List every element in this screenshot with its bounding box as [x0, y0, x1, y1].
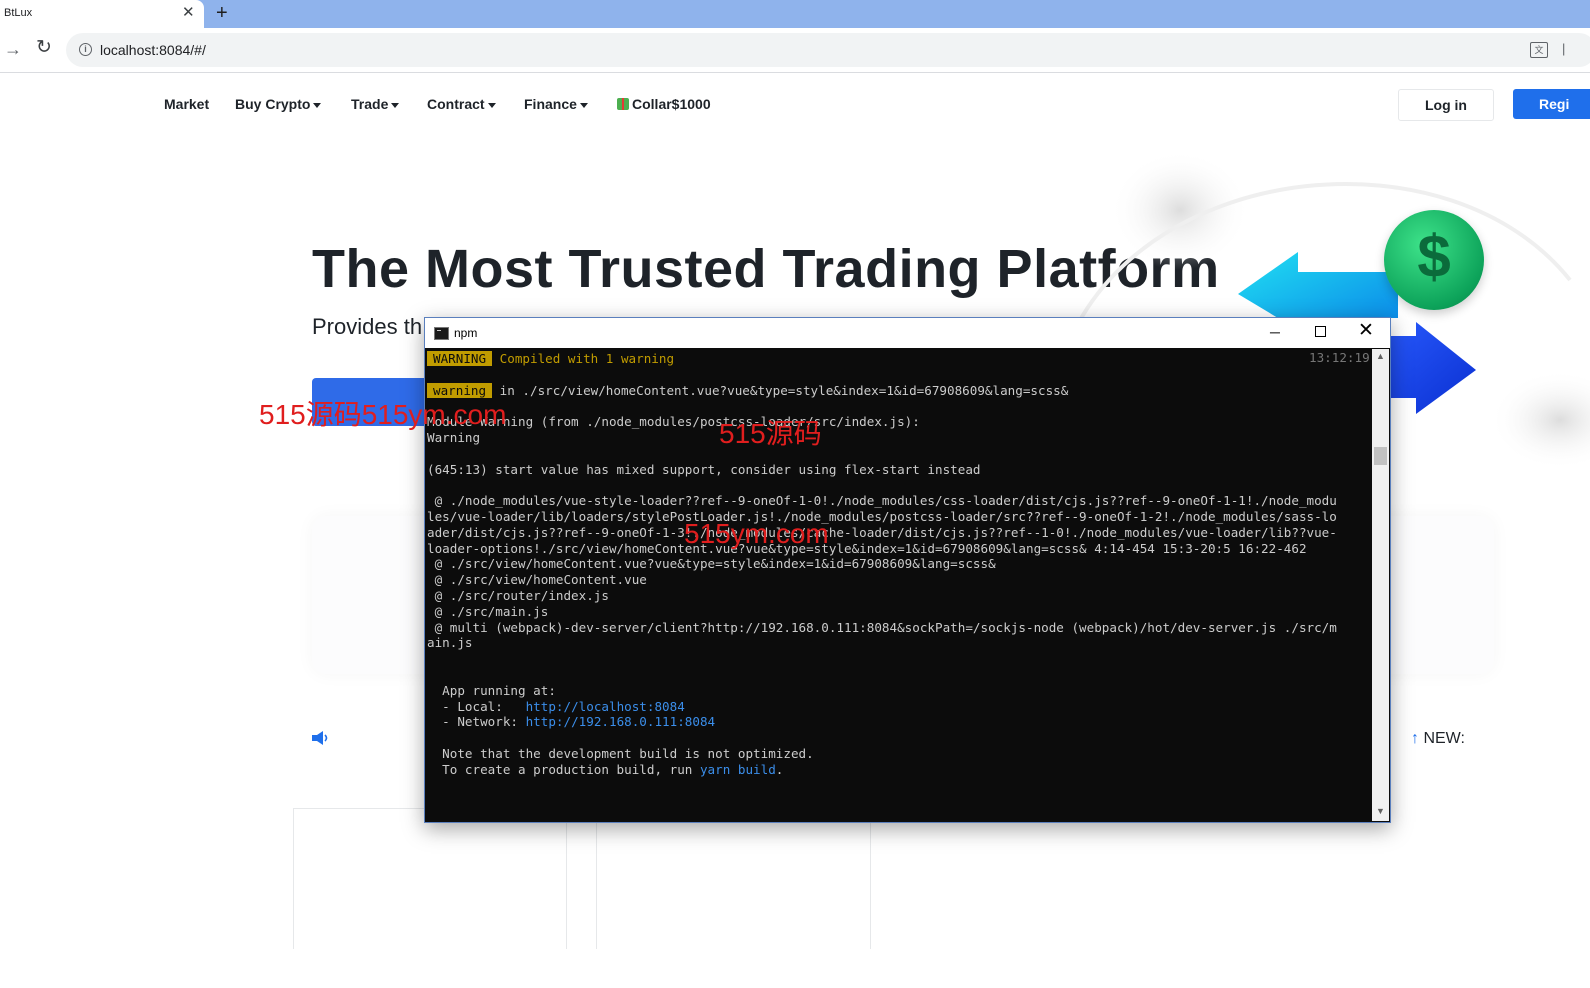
scroll-thumb[interactable] [1374, 447, 1387, 465]
console-line: les/vue-loader/lib/loaders/stylePostLoad… [427, 509, 1337, 525]
tab-strip: BtLux ✕ + [0, 0, 1590, 28]
console-line-text: @ ./node_modules/vue-style-loader??ref--… [427, 493, 1337, 509]
console-line: ain.js [427, 635, 473, 651]
maximize-icon[interactable] [1315, 326, 1326, 337]
close-icon[interactable]: ✕ [1358, 321, 1374, 341]
watermark: 515源码515ym.com [259, 399, 507, 430]
console-output[interactable]: 13:12:19 WARNING Compiled with 1 warning… [427, 349, 1370, 819]
watermark: 515ym.com [684, 518, 829, 549]
console-line-text: (645:13) start value has mixed support, … [427, 461, 981, 477]
hero-subtitle: Provides th [312, 314, 423, 339]
extension-icon[interactable]: | [1562, 41, 1565, 56]
console-line-text: Note that the development build is not o… [427, 746, 814, 761]
console-link[interactable]: yarn build [700, 762, 776, 777]
minimize-icon[interactable]: ─ [1270, 325, 1280, 339]
console-line: @ ./src/main.js [427, 603, 549, 620]
console-line: - Network: http://192.168.0.111:8084 [427, 714, 715, 730]
reload-icon[interactable]: ↻ [36, 38, 52, 58]
watermark: 515源码 [719, 418, 822, 449]
console-line-text: ain.js [427, 635, 473, 651]
chevron-down-icon [391, 102, 400, 108]
new-tab-icon[interactable]: + [216, 2, 228, 24]
console-line-text: in ./src/view/homeContent.vue?vue&type=s… [492, 382, 1069, 398]
nav-market[interactable]: Market [164, 94, 209, 114]
nav-collar[interactable]: Collar$1000 [617, 94, 711, 114]
tab-title: BtLux [4, 7, 33, 19]
console-link[interactable]: http://localhost:8084 [526, 699, 685, 714]
warning-badge: WARNING [427, 351, 493, 366]
chevron-down-icon [313, 102, 322, 108]
console-line-text: - Local: [427, 698, 526, 714]
market-card[interactable] [596, 808, 871, 949]
scroll-down-icon[interactable]: ▼ [1376, 806, 1385, 816]
login-button[interactable]: Log in [1398, 89, 1494, 121]
forward-icon[interactable]: → [4, 39, 22, 59]
console-line: WARNING Compiled with 1 warning [427, 351, 674, 367]
arrow-up-icon: ↑ [1411, 730, 1419, 747]
market-card[interactable] [293, 808, 567, 949]
terminal-icon [434, 327, 449, 340]
announcement-new[interactable]: ↑ NEW: [1411, 730, 1465, 748]
console-line: @ multi (webpack)-dev-server/client?http… [427, 620, 1337, 636]
console-line-text: App running at: [427, 682, 556, 698]
console-line-text: - Network: [427, 714, 526, 730]
console-line-text: @ ./src/router/index.js [427, 588, 609, 603]
console-line: ader/dist/cjs.js??ref--9-oneOf-1-3!./nod… [427, 525, 1337, 541]
nav-buy-crypto[interactable]: Buy Crypto [235, 94, 322, 114]
console-line: @ ./node_modules/vue-style-loader??ref--… [427, 493, 1337, 509]
console-line: loader-options!./src/view/homeContent.vu… [427, 541, 1307, 557]
console-line: Warning [427, 430, 480, 446]
warning-badge: warning [427, 382, 493, 398]
console-titlebar[interactable]: npm ─ ✕ [425, 318, 1390, 348]
gift-icon [617, 98, 629, 110]
console-line: @ ./src/router/index.js [427, 588, 609, 604]
console-link[interactable]: http://192.168.0.111:8084 [526, 714, 716, 729]
console-line-text: Warning [427, 430, 481, 445]
console-line-text: @ multi (webpack)-dev-server/client?http… [427, 619, 1337, 635]
chevron-down-icon [487, 102, 496, 108]
console-title: npm [454, 326, 478, 340]
console-line: To create a production build, run yarn b… [427, 762, 783, 778]
chevron-down-icon [579, 102, 588, 108]
console-line: @ ./src/view/homeContent.vue [427, 572, 647, 588]
console-line-text: @ ./src/view/homeContent.vue [427, 572, 647, 588]
console-line-text: ader/dist/cjs.js??ref--9-oneOf-1-3!./nod… [427, 524, 1337, 540]
console-line-text: les/vue-loader/lib/loaders/stylePostLoad… [427, 509, 1337, 524]
url-text[interactable]: localhost:8084/#/ [100, 42, 206, 58]
console-line-text: To create a production build, run [427, 761, 700, 777]
console-line: Note that the development build is not o… [427, 746, 814, 762]
console-scrollbar[interactable]: ▲ ▼ [1372, 349, 1389, 821]
console-line: - Local: http://localhost:8084 [427, 699, 685, 715]
console-line-text: @ ./src/view/homeContent.vue?vue&type=st… [427, 556, 996, 572]
register-button[interactable]: Regi [1513, 89, 1590, 119]
browser-tab[interactable]: BtLux ✕ [0, 0, 204, 28]
nav-contract[interactable]: Contract [427, 94, 496, 114]
scroll-up-icon[interactable]: ▲ [1376, 351, 1385, 361]
nav-trade[interactable]: Trade [351, 94, 400, 114]
dollar-coin-icon: $ [1384, 210, 1484, 310]
console-timestamp: 13:12:19 [1309, 350, 1370, 365]
console-line-text: loader-options!./src/view/homeContent.vu… [427, 540, 1307, 556]
console-line-text: @ ./src/main.js [427, 603, 549, 619]
console-line: (645:13) start value has mixed support, … [427, 462, 981, 478]
console-line: @ ./src/view/homeContent.vue?vue&type=st… [427, 556, 996, 572]
speaker-icon [312, 731, 328, 745]
tab-close-icon[interactable]: ✕ [182, 4, 195, 22]
nav-finance[interactable]: Finance [524, 94, 588, 114]
console-line: App running at: [427, 683, 556, 699]
site-info-icon[interactable]: i [79, 43, 92, 56]
address-bar[interactable]: i localhost:8084/#/ [66, 33, 1590, 67]
browser-toolbar: → ↻ i localhost:8084/#/ [0, 28, 1590, 73]
console-line: warning in ./src/view/homeContent.vue?vu… [427, 382, 1069, 399]
npm-console-window[interactable]: npm ─ ✕ 13:12:19 WARNING Compiled with 1… [424, 317, 1391, 823]
console-line-text: . [775, 761, 784, 777]
console-line-text: Compiled with 1 warning [492, 351, 675, 366]
translate-icon[interactable]: 文 [1530, 42, 1548, 58]
